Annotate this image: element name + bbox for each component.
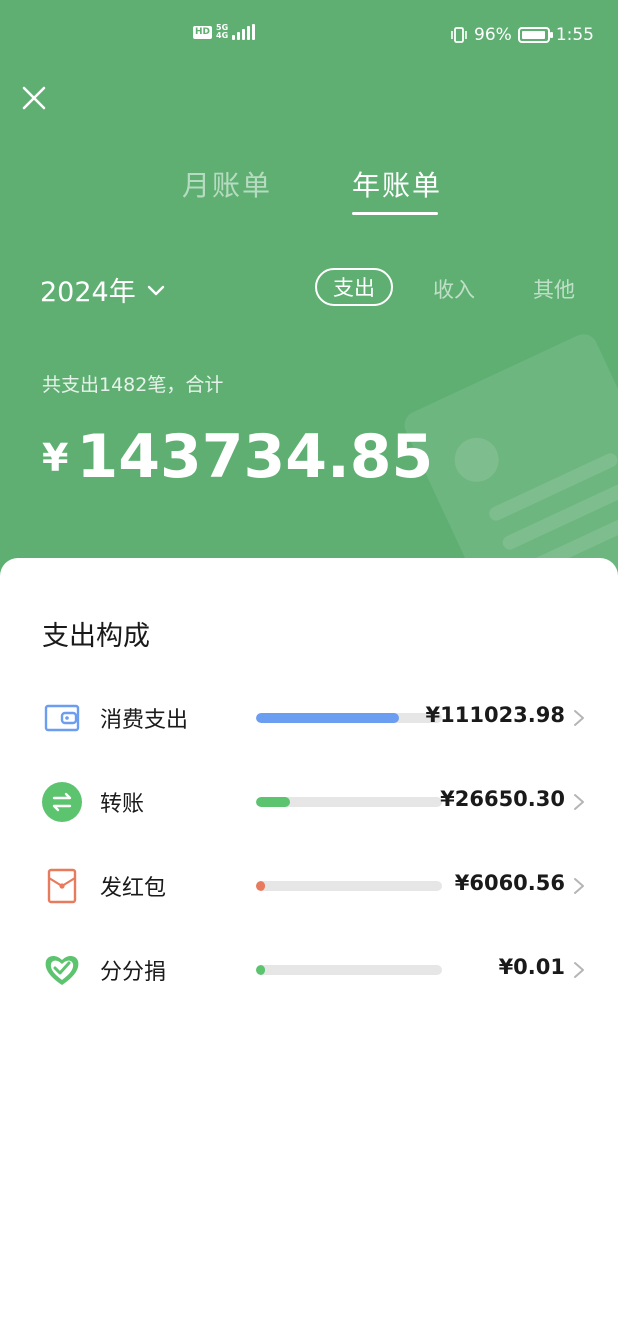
breakdown-row-transfer[interactable]: 转账 ¥26650.30 — [0, 772, 618, 832]
breakdown-row-consumption[interactable]: 消费支出 ¥111023.98 — [0, 688, 618, 748]
breakdown-amount: ¥0.01 — [498, 955, 565, 979]
expense-summary: 共支出1482笔，合计 — [42, 374, 224, 396]
status-right: 96% 1:55 — [450, 24, 594, 46]
chevron-down-icon — [147, 285, 164, 295]
share-bar-fill — [256, 713, 399, 723]
vibrate-icon — [451, 27, 467, 43]
close-icon[interactable] — [18, 82, 50, 114]
battery-percent: 96% — [474, 25, 512, 45]
breakdown-amount: ¥26650.30 — [440, 787, 565, 811]
total-amount: ¥ 143734.85 — [42, 422, 433, 492]
breakdown-amount: ¥6060.56 — [454, 871, 565, 895]
transfer-icon — [42, 782, 82, 822]
breakdown-title: 支出构成 — [42, 621, 150, 652]
chevron-right-icon — [574, 962, 584, 978]
battery-icon — [517, 27, 553, 43]
active-tab-indicator — [352, 212, 438, 215]
tab-yearly-bill[interactable]: 年账单 — [352, 164, 442, 204]
heart-donation-icon — [45, 955, 79, 985]
network-type: 5G 4G — [216, 24, 228, 40]
year-label: 2024年 — [40, 277, 136, 308]
share-bar — [256, 713, 442, 723]
status-bar: HD 5G 4G 96% 1:55 — [0, 0, 618, 70]
chevron-right-icon — [574, 794, 584, 810]
segment-expense[interactable]: 支出 — [315, 268, 393, 306]
breakdown-label: 分分捐 — [100, 960, 167, 985]
network-type-bottom: 4G — [216, 31, 229, 40]
bill-tabs: 月账单 年账单 — [0, 160, 618, 220]
chevron-right-icon — [574, 710, 584, 726]
breakdown-row-red-packet[interactable]: 发红包 ¥6060.56 — [0, 856, 618, 916]
chevron-right-icon — [574, 878, 584, 894]
tab-monthly-bill[interactable]: 月账单 — [182, 164, 272, 204]
red-packet-icon — [47, 868, 77, 904]
year-selector[interactable]: 2024年 — [40, 270, 166, 309]
hd-badge: HD — [193, 25, 213, 39]
share-bar-fill — [256, 965, 265, 975]
wallet-icon — [44, 704, 80, 732]
currency-symbol: ¥ — [42, 436, 69, 480]
share-bar-fill — [256, 797, 290, 807]
total-amount-value: 143734.85 — [76, 422, 434, 492]
share-bar — [256, 965, 442, 975]
breakdown-label: 转账 — [100, 792, 145, 817]
breakdown-label: 消费支出 — [100, 708, 189, 733]
breakdown-amount: ¥111023.98 — [425, 703, 565, 727]
share-bar — [256, 881, 442, 891]
breakdown-row-donation[interactable]: 分分捐 ¥0.01 — [0, 940, 618, 1000]
share-bar — [256, 797, 442, 807]
expense-breakdown-card: 支出构成 消费支出 ¥111023.98 转账 ¥26650.30 发红包 ¥6… — [0, 558, 618, 1338]
segment-other[interactable]: 其他 — [533, 274, 575, 304]
share-bar-fill — [256, 881, 265, 891]
breakdown-label: 发红包 — [100, 876, 167, 901]
segment-income[interactable]: 收入 — [433, 274, 475, 304]
header: HD 5G 4G 96% 1:55 月账单 年账单 2024年 支出 收入 其他… — [0, 0, 618, 620]
signal-icon — [232, 24, 256, 40]
battery-fill — [521, 31, 545, 39]
clock: 1:55 — [555, 25, 594, 45]
status-left: HD 5G 4G — [193, 24, 256, 40]
filter-row: 2024年 支出 收入 其他 — [0, 268, 618, 312]
